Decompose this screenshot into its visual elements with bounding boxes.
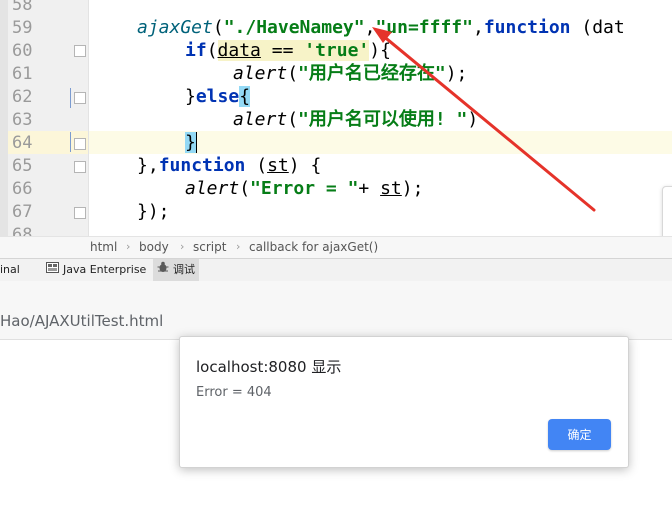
code-text[interactable]: } <box>185 131 197 154</box>
line-number: 66 <box>12 179 33 199</box>
tab-terminal[interactable]: inal <box>0 259 24 281</box>
ok-button[interactable]: 确定 <box>548 419 611 450</box>
chevron-right-icon: › <box>236 240 241 253</box>
chevron-right-icon: › <box>180 240 185 253</box>
code-text[interactable]: alert("Error = "+ st); <box>185 177 423 200</box>
fold-guide <box>70 132 71 152</box>
fold-toggle-icon[interactable] <box>74 45 86 57</box>
code-line[interactable]: 66 alert("Error = "+ st); <box>0 177 672 200</box>
code-text[interactable]: alert("用户名可以使用! ") <box>233 108 478 131</box>
line-number: 60 <box>12 41 33 61</box>
code-line[interactable]: 62 }else{ <box>0 85 672 108</box>
fold-toggle-icon[interactable] <box>74 207 86 219</box>
code-line[interactable]: 60 if(data == 'true'){ <box>0 39 672 62</box>
code-line[interactable]: 68 <box>0 223 672 236</box>
code-line[interactable]: 67 }); <box>0 200 672 223</box>
tab-debug[interactable]: 调试 <box>153 259 199 281</box>
line-number: 63 <box>12 110 33 130</box>
line-number: 68 <box>12 225 33 236</box>
breadcrumb-item[interactable]: script <box>193 240 226 254</box>
code-line[interactable]: 61 alert("用户名已经存在"); <box>0 62 672 85</box>
tab-java-enterprise[interactable]: Java Enterprise <box>42 259 150 281</box>
alert-dialog: localhost:8080 显示 Error = 404 确定 <box>179 336 629 468</box>
tool-window-bar: inal Java Enterprise 调试 <box>0 258 672 282</box>
breadcrumb-item[interactable]: html <box>90 240 117 254</box>
line-number: 65 <box>12 156 33 176</box>
code-text[interactable]: ajaxGet("./HaveNamey","un=ffff",function… <box>137 16 625 39</box>
code-text[interactable]: },function (st) { <box>137 154 321 177</box>
breadcrumb: html › body › script › callback for ajax… <box>0 236 672 259</box>
code-line[interactable]: 58 <box>0 0 672 16</box>
fold-guide <box>70 88 71 108</box>
fold-toggle-icon[interactable] <box>74 92 86 104</box>
address-url[interactable]: Hao/AJAXUtilTest.html <box>0 312 163 330</box>
code-line[interactable]: 64 } <box>0 131 672 154</box>
dialog-message: Error = 404 <box>196 385 272 400</box>
line-number: 58 <box>12 0 33 15</box>
address-bar[interactable]: Hao/AJAXUtilTest.html <box>0 281 672 340</box>
code-editor[interactable]: 58 59 ajaxGet("./HaveNamey","un=ffff",fu… <box>0 0 672 236</box>
chevron-right-icon: › <box>126 240 131 253</box>
code-text[interactable]: }else{ <box>185 85 251 108</box>
fold-toggle-icon[interactable] <box>74 138 86 150</box>
code-line[interactable]: 65 },function (st) { <box>0 154 672 177</box>
code-line[interactable]: 63 alert("用户名可以使用! ") <box>0 108 672 131</box>
code-text[interactable]: }); <box>137 200 170 223</box>
debug-bug-icon <box>157 259 169 281</box>
breadcrumb-item[interactable]: callback for ajaxGet() <box>249 240 378 254</box>
java-enterprise-icon <box>46 259 59 281</box>
line-number: 59 <box>12 18 33 38</box>
line-number: 62 <box>12 87 33 107</box>
breadcrumb-item[interactable]: body <box>139 240 169 254</box>
code-text[interactable]: alert("用户名已经存在"); <box>233 62 467 85</box>
code-line[interactable]: 59 ajaxGet("./HaveNamey","un=ffff",funct… <box>0 16 672 39</box>
code-text[interactable]: if(data == 'true'){ <box>185 39 391 62</box>
line-number: 64 <box>12 133 33 153</box>
side-popup <box>662 186 672 236</box>
line-number: 67 <box>12 202 33 222</box>
fold-toggle-icon[interactable] <box>74 161 86 173</box>
dialog-title: localhost:8080 显示 <box>196 358 342 376</box>
line-number: 61 <box>12 64 33 84</box>
